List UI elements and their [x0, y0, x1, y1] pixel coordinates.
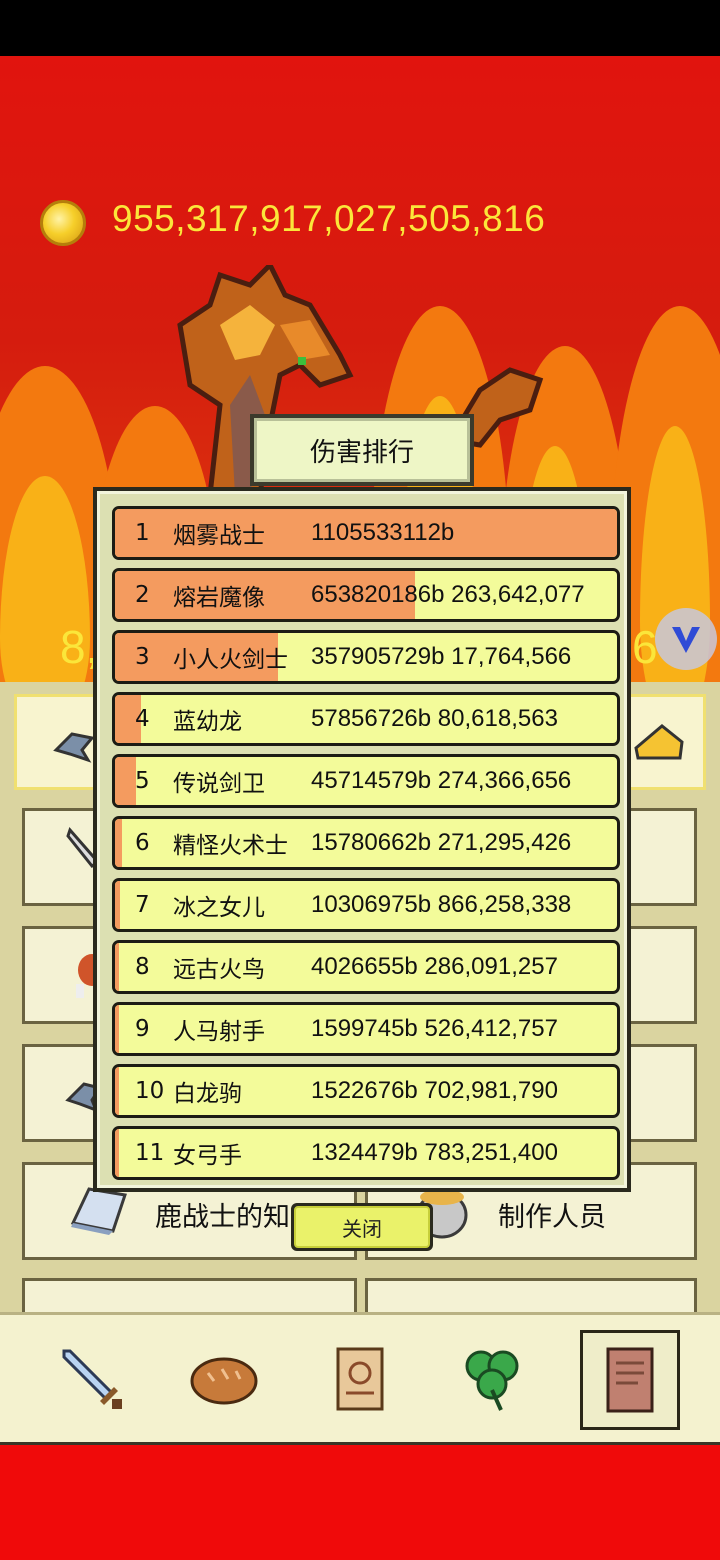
damage-value: 1599745b 526,412,757	[311, 1015, 558, 1042]
bottom-nav	[0, 1312, 720, 1445]
damage-bar	[115, 881, 120, 929]
rank-number: 5	[135, 768, 150, 794]
damage-value: 1324479b 783,251,400	[311, 1139, 558, 1166]
hero-name: 烟雾战士	[173, 523, 265, 549]
ranking-row: 2 熔岩魔像 653820186b 263,642,077	[112, 568, 620, 622]
damage-value: 15780662b 271,295,426	[311, 829, 572, 856]
ranking-row: 6 精怪火术士 15780662b 271,295,426	[112, 816, 620, 870]
nav-sword[interactable]	[44, 1331, 140, 1427]
damage-value: 357905729b 17,764,566	[311, 643, 572, 670]
damage-bar	[115, 819, 123, 867]
modal-title: 伤害排行	[254, 418, 470, 482]
ranking-row: 11 女弓手 1324479b 783,251,400	[112, 1126, 620, 1180]
nav-book[interactable]	[580, 1330, 680, 1430]
damage-ranking-modal: 1 烟雾战士 1105533112b 2 熔岩魔像 653820186b 263,642,…	[93, 487, 631, 1192]
nav-bread[interactable]	[176, 1331, 272, 1427]
ranking-list[interactable]: 1 烟雾战士 1105533112b 2 熔岩魔像 653820186b 263,642,…	[97, 491, 627, 1188]
hero-name: 人马射手	[173, 1019, 265, 1045]
nav-clover[interactable]	[444, 1331, 540, 1427]
ranking-row: 4 蓝幼龙 57856726b 80,618,563	[112, 692, 620, 746]
damage-value: 653820186b 263,642,077	[311, 581, 585, 608]
status-bar	[0, 0, 720, 56]
rank-number: 9	[135, 1016, 150, 1042]
cheese-icon	[634, 724, 684, 760]
damage-value: 4026655b 286,091,257	[311, 953, 558, 980]
hero-name: 传说剑卫	[173, 771, 265, 797]
fish-icon	[53, 732, 95, 763]
damage-value: 1105533112b	[311, 519, 455, 546]
damage-bar	[115, 943, 119, 991]
boss-hp-right: 6	[632, 621, 658, 673]
nav-scroll[interactable]	[312, 1331, 408, 1427]
rank-number: 3	[135, 644, 150, 670]
sword-icon	[62, 1349, 122, 1409]
rank-number: 4	[135, 706, 150, 732]
damage-value: 45714579b 274,366,656	[311, 767, 572, 794]
clover-icon	[465, 1350, 519, 1411]
gold-coin-icon	[40, 200, 86, 246]
rank-number: 8	[135, 954, 150, 980]
hero-name: 蓝幼龙	[173, 709, 242, 735]
damage-bar	[115, 1005, 119, 1053]
ranking-row: 8 远古火鸟 4026655b 286,091,257	[112, 940, 620, 994]
close-button[interactable]: 关闭	[291, 1203, 433, 1251]
rank-number: 2	[135, 582, 150, 608]
hero-name: 小人火剑士	[173, 647, 288, 673]
damage-bar	[115, 757, 136, 805]
damage-bar	[115, 1067, 119, 1115]
rank-number: 1	[135, 520, 150, 546]
ranking-row: 10 白龙驹 1522676b 702,981,790	[112, 1064, 620, 1118]
ranking-row: 9 人马射手 1599745b 526,412,757	[112, 1002, 620, 1056]
ranking-row: 5 传说剑卫 45714579b 274,366,656	[112, 754, 620, 808]
credits-label: 制作人员	[498, 1202, 606, 1233]
gold-amount: 955,317,917,027,505,816	[112, 198, 546, 239]
book-icon	[606, 1347, 654, 1413]
ranking-row: 1 烟雾战士 1105533112b	[112, 506, 620, 560]
hero-name: 熔岩魔像	[173, 585, 265, 611]
bottom-background	[0, 1445, 720, 1560]
bread-icon	[190, 1357, 258, 1405]
scroll-icon	[336, 1347, 384, 1411]
v-logo-icon[interactable]	[655, 608, 717, 670]
hero-name: 冰之女儿	[173, 895, 265, 921]
hero-name: 精怪火术士	[173, 833, 288, 859]
rank-number: 7	[135, 892, 150, 918]
damage-value: 57856726b 80,618,563	[311, 705, 558, 732]
hero-name: 女弓手	[173, 1143, 242, 1169]
rank-number: 10	[135, 1078, 165, 1104]
close-button-label: 关闭	[294, 1206, 430, 1248]
damage-value: 10306975b 866,258,338	[311, 891, 572, 918]
damage-bar	[115, 1129, 119, 1177]
rank-number: 11	[135, 1140, 165, 1166]
hero-name: 白龙驹	[173, 1081, 242, 1107]
damage-value: 1522676b 702,981,790	[311, 1077, 558, 1104]
hero-name: 远古火鸟	[173, 957, 265, 983]
ranking-row: 3 小人火剑士 357905729b 17,764,566	[112, 630, 620, 684]
ranking-row: 7 冰之女儿 10306975b 866,258,338	[112, 878, 620, 932]
modal-title-box: 伤害排行	[250, 414, 474, 486]
rank-number: 6	[135, 830, 150, 856]
